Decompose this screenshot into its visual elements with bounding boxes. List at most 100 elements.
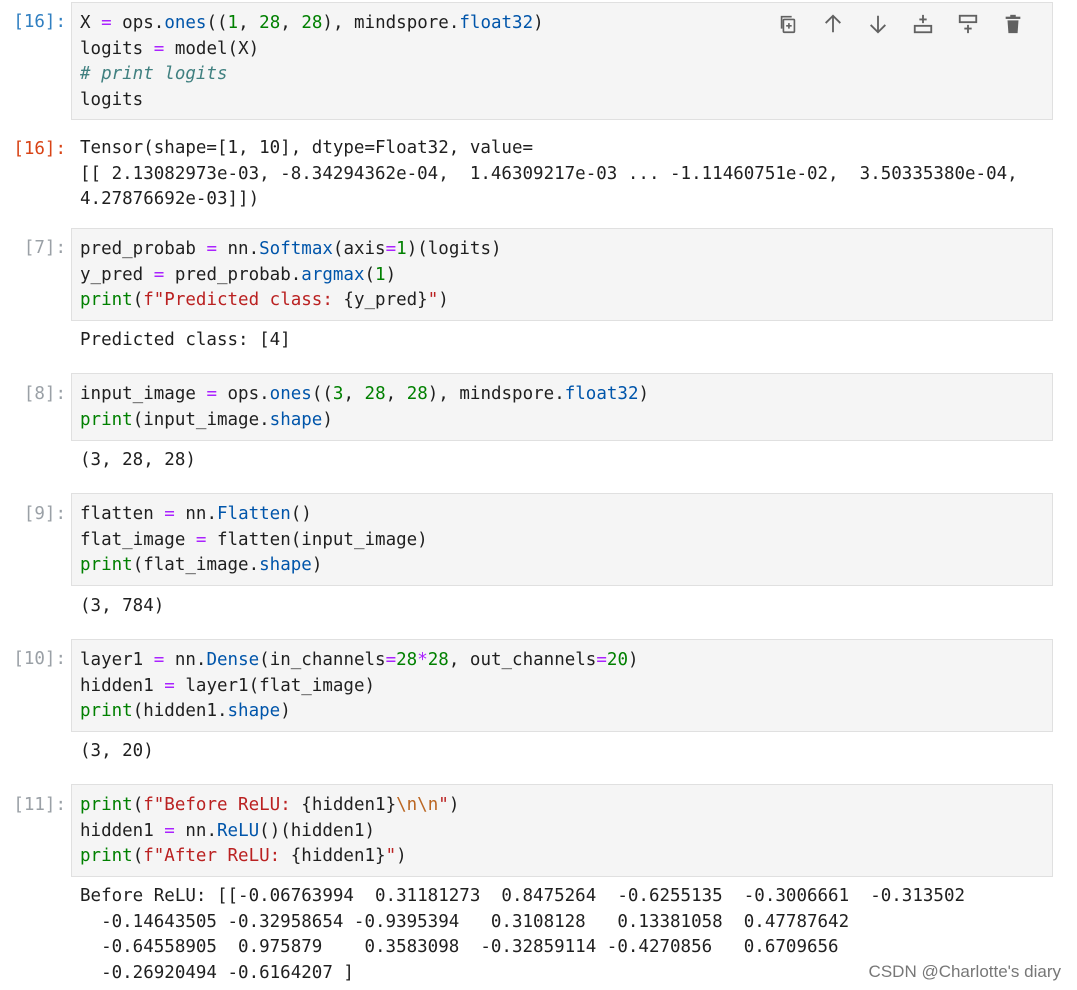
code-token: ops.	[111, 13, 165, 33]
code-lines[interactable]: flatten = nn.Flatten() flat_image = flatt…	[80, 502, 428, 579]
output-line: 4.27876692e-03]])	[80, 189, 260, 209]
code-token: =	[153, 650, 165, 670]
input-prompt: [11]:	[13, 795, 66, 815]
code-token: )	[396, 846, 407, 866]
code-token: )	[311, 555, 323, 575]
code-token: ops.	[216, 384, 270, 404]
code-token: )(logits)	[406, 239, 502, 259]
code-token: layer1(flat_image)	[174, 675, 376, 696]
cell-output: (3, 28, 28)	[80, 448, 196, 474]
code-token: print	[80, 290, 133, 310]
code-token: "	[438, 795, 449, 815]
code-token: shape	[259, 555, 312, 575]
code-token: ,	[238, 13, 260, 33]
delete-icon[interactable]	[1000, 11, 1026, 37]
code-token: layer1	[80, 650, 154, 670]
code-line: hidden1 = nn.ReLU()(hidden1)	[80, 819, 459, 845]
output-line: (3, 20)	[80, 741, 154, 761]
code-token: (	[364, 264, 376, 285]
code-token: (	[132, 795, 144, 815]
code-token: model(X)	[164, 38, 260, 59]
code-token: print	[80, 409, 133, 430]
code-token: ones	[269, 384, 312, 404]
code-line: print(input_image.shape)	[80, 408, 649, 434]
code-line: print(hidden1.shape)	[80, 699, 639, 725]
cell-output: Tensor(shape=[1, 10], dtype=Float32, val…	[80, 136, 1018, 213]
move-down-icon[interactable]	[865, 11, 891, 37]
cell-output: (3, 784)	[80, 594, 164, 620]
code-editor[interactable]: input_image = ops.ones((3, 28, 28), mind…	[71, 373, 1053, 441]
code-token: )	[385, 264, 397, 285]
notebook-cell-16[interactable]: [16]: X = ops.ones((1, 28, 28), mindspor…	[0, 0, 1077, 210]
code-token: =	[206, 384, 217, 404]
code-line: print(flat_image.shape)	[80, 553, 428, 579]
code-lines[interactable]: print(f"Before ReLU: {hidden1}\n\n") hidd…	[80, 793, 459, 870]
code-token: pred_probab.	[164, 264, 302, 285]
input-prompt: [8]:	[23, 384, 66, 404]
code-token: )	[638, 384, 650, 404]
code-token: Softmax	[259, 239, 333, 259]
move-up-icon[interactable]	[820, 11, 846, 37]
code-editor[interactable]: print(f"Before ReLU: {hidden1}\n\n") hidd…	[71, 784, 1053, 877]
code-token: nn.	[174, 820, 217, 841]
code-token: )	[627, 650, 639, 670]
code-token: pred_probab	[80, 239, 207, 259]
code-token: logits	[80, 38, 154, 59]
code-token: )	[280, 701, 291, 721]
output-line: Predicted class: [4]	[80, 330, 291, 350]
code-token: =	[164, 675, 175, 696]
code-token: *	[417, 650, 428, 670]
insert-above-icon[interactable]	[910, 11, 936, 37]
code-token: 28	[427, 650, 449, 670]
output-line: Tensor(shape=[1, 10], dtype=Float32, val…	[80, 138, 534, 158]
code-lines[interactable]: layer1 = nn.Dense(in_channels=28*28, out…	[80, 648, 639, 725]
code-token: {hidden1}	[290, 846, 386, 866]
code-token: {hidden1}	[301, 795, 397, 815]
duplicate-cell-icon[interactable]	[775, 11, 801, 37]
output-prompt: [16]:	[13, 139, 66, 159]
code-token: hidden1	[80, 820, 165, 841]
code-token: ()	[290, 504, 312, 524]
code-token: f"After ReLU:	[143, 846, 291, 866]
code-editor[interactable]: layer1 = nn.Dense(in_channels=28*28, out…	[71, 639, 1053, 732]
code-token: print	[80, 846, 133, 866]
code-lines[interactable]: input_image = ops.ones((3, 28, 28), mind…	[80, 382, 649, 433]
code-token: 28	[396, 650, 418, 670]
code-token: Dense	[206, 650, 260, 670]
code-token: , out_channels	[448, 650, 597, 670]
code-line: # print logits	[80, 62, 544, 88]
code-token: {y_pred}	[343, 290, 428, 310]
code-editor[interactable]: flatten = nn.Flatten() flat_image = flatt…	[71, 493, 1053, 586]
code-token: logits	[80, 89, 144, 110]
code-token: =	[596, 650, 607, 670]
code-token: =	[153, 264, 165, 285]
output-line: -0.64558905 0.975879 0.3583098 -0.328591…	[80, 937, 839, 957]
code-token: print	[80, 701, 133, 721]
code-line: print(f"Before ReLU: {hidden1}\n\n")	[80, 793, 459, 819]
cell-output: Before ReLU: [[-0.06763994 0.31181273 0.…	[80, 884, 965, 986]
code-token: \n\n	[396, 795, 439, 815]
code-token: (in_channels	[259, 650, 386, 670]
code-line: X = ops.ones((1, 28, 28), mindspore.floa…	[80, 11, 544, 37]
code-editor[interactable]: pred_probab = nn.Softmax(axis=1)(logits)…	[71, 228, 1053, 321]
code-token: 20	[606, 650, 628, 670]
code-line: print(f"Predicted class: {y_pred}")	[80, 288, 502, 314]
code-token: shape	[227, 701, 281, 721]
code-token: float32	[564, 384, 639, 404]
code-line: y_pred = pred_probab.argmax(1)	[80, 263, 502, 289]
code-token: nn.	[216, 239, 260, 259]
code-line: logits	[80, 88, 544, 114]
code-lines[interactable]: pred_probab = nn.Softmax(axis=1)(logits)…	[80, 237, 502, 314]
code-token: =	[385, 650, 397, 670]
cell-toolbar	[775, 11, 1026, 37]
insert-below-icon[interactable]	[955, 11, 981, 37]
code-token: )	[448, 795, 460, 815]
code-token: float32	[459, 13, 534, 33]
input-prompt: [10]:	[13, 649, 66, 669]
code-token: 28	[301, 13, 323, 33]
code-editor[interactable]: X = ops.ones((1, 28, 28), mindspore.floa…	[71, 2, 1053, 120]
code-lines[interactable]: X = ops.ones((1, 28, 28), mindspore.floa…	[80, 11, 544, 113]
code-token: =	[164, 504, 175, 524]
cell-output: (3, 20)	[80, 739, 154, 765]
input-prompt: [7]:	[23, 238, 66, 258]
